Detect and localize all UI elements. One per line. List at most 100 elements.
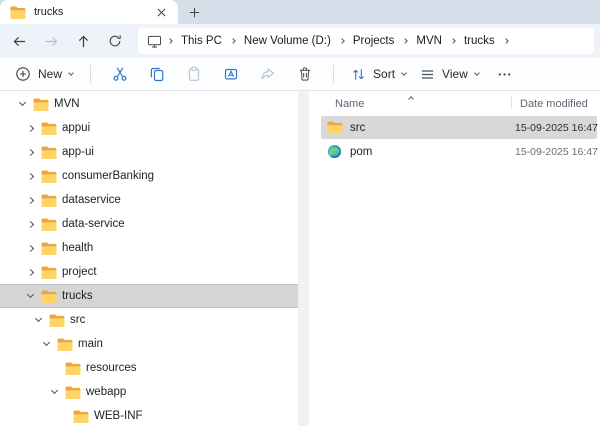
breadcrumb-item-projects[interactable]: Projects xyxy=(346,33,402,49)
tree-item-label: src xyxy=(70,314,86,326)
file-date-modified: 15-09-2025 16:47 xyxy=(515,121,598,134)
sort-button[interactable]: Sort xyxy=(344,61,413,87)
new-button[interactable]: New xyxy=(8,61,80,87)
sort-arrows-icon xyxy=(351,67,366,82)
back-button[interactable] xyxy=(3,28,35,54)
forward-button[interactable] xyxy=(35,28,67,54)
folder-icon xyxy=(41,290,57,303)
file-name: src xyxy=(350,121,366,134)
tree-item-label: consumerBanking xyxy=(62,170,155,182)
tree-item-dataservice[interactable]: dataservice xyxy=(0,188,298,212)
command-toolbar: New Sort View xyxy=(0,58,600,91)
chevron-right-icon[interactable] xyxy=(24,172,36,180)
breadcrumb-item-new-volume-d-[interactable]: New Volume (D:) xyxy=(237,33,338,49)
toolbar-divider xyxy=(90,65,92,83)
paste-button[interactable] xyxy=(175,61,212,87)
edge-file-icon xyxy=(327,144,343,159)
up-button[interactable] xyxy=(67,28,99,54)
folder-icon xyxy=(41,266,57,279)
chevron-down-icon xyxy=(473,69,480,76)
folder-icon xyxy=(57,338,73,351)
tree-item-main[interactable]: main xyxy=(0,332,298,356)
breadcrumb: This PC New Volume (D:) Projects MVN trucks xyxy=(166,33,510,49)
tree-item-mvn[interactable]: MVN xyxy=(0,92,298,116)
chevron-right-icon[interactable] xyxy=(24,244,36,252)
tree-item-label: data-service xyxy=(62,218,125,230)
tree-item-webapp[interactable]: webapp xyxy=(0,380,298,404)
share-button[interactable] xyxy=(249,61,286,87)
tree-item-project[interactable]: project xyxy=(0,260,298,284)
sort-ascending-icon xyxy=(408,96,414,102)
tree-item-label: MVN xyxy=(54,98,80,110)
tree-item-resources[interactable]: resources xyxy=(0,356,298,380)
file-row-src[interactable]: src 15-09-2025 16:47 xyxy=(321,116,598,139)
breadcrumb-item-mvn[interactable]: MVN xyxy=(409,33,449,49)
chevron-down-icon[interactable] xyxy=(16,98,28,107)
delete-button[interactable] xyxy=(286,61,323,87)
tree-item-label: project xyxy=(62,266,97,278)
folder-icon xyxy=(10,6,26,19)
chevron-right-icon[interactable] xyxy=(24,268,36,276)
refresh-button[interactable] xyxy=(99,28,131,54)
tree-item-data-service[interactable]: data-service xyxy=(0,212,298,236)
breadcrumb-chevron-icon xyxy=(338,38,346,44)
breadcrumb-chevron-icon[interactable] xyxy=(502,38,510,44)
file-name: pom xyxy=(350,145,373,158)
more-options-button[interactable] xyxy=(486,61,523,87)
breadcrumb-chevron-icon xyxy=(449,38,457,44)
cut-button[interactable] xyxy=(101,61,138,87)
folder-icon xyxy=(41,170,57,183)
view-button-label: View xyxy=(442,67,468,81)
address-bar[interactable]: This PC New Volume (D:) Projects MVN trucks xyxy=(138,28,594,54)
tree-item-label: main xyxy=(78,338,103,350)
chevron-right-icon[interactable] xyxy=(24,196,36,204)
breadcrumb-chevron-icon xyxy=(166,38,174,44)
file-row-pom[interactable]: pom 15-09-2025 16:47 xyxy=(321,140,598,163)
tree-item-trucks[interactable]: trucks xyxy=(0,284,298,308)
tree-item-web-inf[interactable]: WEB-INF xyxy=(0,404,298,426)
chevron-right-icon[interactable] xyxy=(24,148,36,156)
column-header-name[interactable]: Name xyxy=(335,98,364,110)
rename-button[interactable] xyxy=(212,61,249,87)
toolbar-divider xyxy=(333,65,335,83)
new-tab-button[interactable] xyxy=(186,4,202,20)
column-divider[interactable] xyxy=(511,96,512,109)
navigation-bar: This PC New Volume (D:) Projects MVN trucks xyxy=(0,24,600,58)
tree-item-src[interactable]: src xyxy=(0,308,298,332)
tree-item-appui[interactable]: appui xyxy=(0,116,298,140)
chevron-down-icon[interactable] xyxy=(24,290,36,299)
file-rows: src 15-09-2025 16:47 pom 15-09-2025 16:47 xyxy=(309,116,600,163)
explorer-content: MVN appui app-ui consumerBanking dataservice… xyxy=(0,91,600,426)
folder-icon xyxy=(65,386,81,399)
tree-item-app-ui[interactable]: app-ui xyxy=(0,140,298,164)
folder-icon xyxy=(73,410,89,423)
breadcrumb-item-this-pc[interactable]: This PC xyxy=(174,33,229,49)
column-header-date-modified[interactable]: Date modified xyxy=(520,98,588,110)
folder-icon xyxy=(49,314,65,327)
view-button[interactable]: View xyxy=(413,61,486,87)
sort-button-label: Sort xyxy=(373,67,396,81)
chevron-down-icon[interactable] xyxy=(32,314,44,323)
sidebar-scrollbar[interactable] xyxy=(298,91,309,426)
breadcrumb-chevron-icon xyxy=(401,38,409,44)
tab-bar: trucks xyxy=(0,0,600,24)
file-date-modified: 15-09-2025 16:47 xyxy=(515,145,598,158)
tree-item-label: dataservice xyxy=(62,194,121,206)
chevron-right-icon[interactable] xyxy=(24,124,36,132)
tree-item-label: trucks xyxy=(62,290,93,302)
tree-item-consumerbanking[interactable]: consumerBanking xyxy=(0,164,298,188)
chevron-down-icon[interactable] xyxy=(40,338,52,347)
tree-item-health[interactable]: health xyxy=(0,236,298,260)
tree-item-label: appui xyxy=(62,122,91,134)
tree-item-label: app-ui xyxy=(62,146,94,158)
tab-trucks[interactable]: trucks xyxy=(0,0,178,24)
close-tab-icon[interactable] xyxy=(153,4,169,20)
copy-button[interactable] xyxy=(138,61,175,87)
folder-tree: MVN appui app-ui consumerBanking dataservice… xyxy=(0,91,298,426)
breadcrumb-item-trucks[interactable]: trucks xyxy=(457,33,502,49)
folder-icon xyxy=(41,242,57,255)
chevron-right-icon[interactable] xyxy=(24,220,36,228)
tree-item-label: webapp xyxy=(86,386,127,398)
chevron-down-icon[interactable] xyxy=(48,386,60,395)
folder-icon xyxy=(41,122,57,135)
